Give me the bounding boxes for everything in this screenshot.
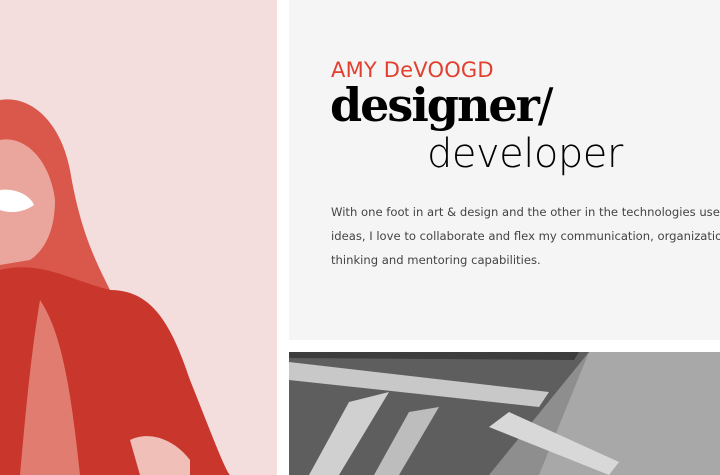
title-slash: / — [537, 78, 554, 132]
bio-line: thinking and mentoring capabilities. — [331, 253, 541, 267]
work-image[interactable] — [289, 352, 720, 475]
title-primary: designer — [330, 78, 540, 132]
portrait-photo — [0, 0, 277, 475]
bio-paragraph: With one foot in art & design and the ot… — [331, 200, 720, 272]
title-designer: designer/ — [330, 82, 553, 128]
portrait-illustration — [0, 99, 230, 475]
architecture-photo — [289, 352, 720, 475]
title-developer: developer — [427, 131, 623, 177]
intro-panel: AMY DeVOOGD designer/ developer With one… — [289, 0, 720, 340]
bio-line: ideas, I love to collaborate and flex my… — [331, 229, 720, 243]
bio-line: With one foot in art & design and the ot… — [331, 205, 720, 219]
